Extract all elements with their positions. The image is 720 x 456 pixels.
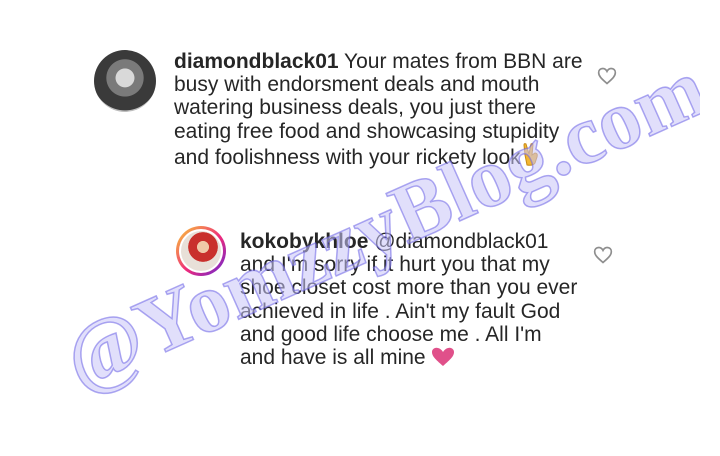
like-heart-icon[interactable] xyxy=(593,245,613,265)
victory-hand-icon xyxy=(521,142,541,172)
comment-text: diamondblack01 Your mates from BBN are b… xyxy=(174,50,594,172)
avatar[interactable] xyxy=(176,226,226,276)
username[interactable]: kokobykhloe xyxy=(240,230,368,253)
mention-link[interactable]: @diamondblack01 xyxy=(374,230,548,253)
like-heart-icon[interactable] xyxy=(597,66,617,86)
comment-text: kokobykhloe @diamondblack01 and I'm sorr… xyxy=(240,230,580,372)
comment-body: and I'm sorry if it hurt you that my sho… xyxy=(240,253,578,370)
avatar[interactable] xyxy=(94,50,156,112)
username[interactable]: diamondblack01 xyxy=(174,50,339,73)
pink-heart-icon xyxy=(431,347,455,372)
